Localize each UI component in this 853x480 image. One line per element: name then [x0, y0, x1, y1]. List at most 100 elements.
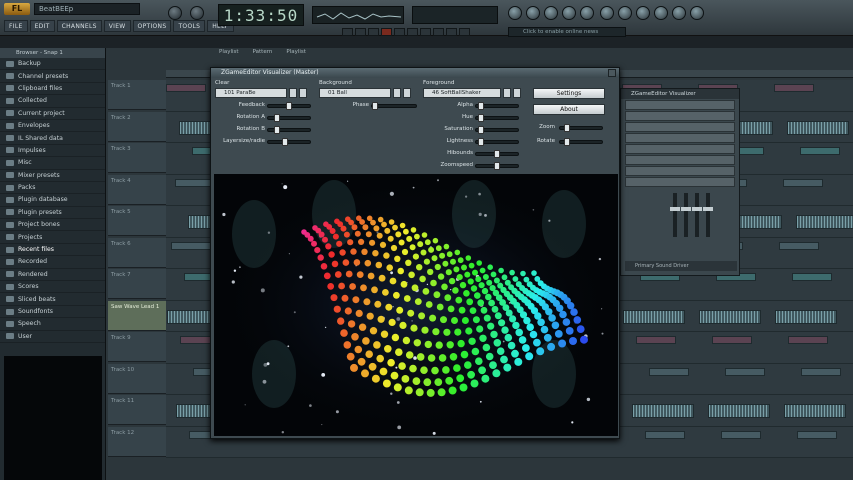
- mixer-slot[interactable]: [625, 111, 735, 121]
- settings-icon[interactable]: [672, 6, 686, 20]
- track-header[interactable]: Track 5: [108, 206, 166, 236]
- pattern-clip[interactable]: [721, 430, 761, 439]
- browser-item[interactable]: Sliced beats: [0, 293, 105, 306]
- playlist-tab[interactable]: Playlist: [216, 49, 242, 58]
- hue-slider[interactable]: [475, 114, 519, 122]
- rotation-a-slider[interactable]: [267, 114, 311, 122]
- browser-item[interactable]: Channel presets: [0, 70, 105, 83]
- clear-next-button[interactable]: [299, 88, 307, 98]
- clear-combo[interactable]: 101 ParaBe: [215, 88, 287, 98]
- menu-view[interactable]: VIEW: [103, 20, 131, 32]
- mixer-slot[interactable]: [625, 155, 735, 165]
- menu-edit[interactable]: EDIT: [29, 20, 55, 32]
- stepseq-shortcut-icon[interactable]: [526, 6, 540, 20]
- hibounds-slider[interactable]: [475, 150, 519, 158]
- pattern-clip[interactable]: [788, 336, 828, 344]
- clear-prev-button[interactable]: [289, 88, 297, 98]
- master-pitch-knob[interactable]: [190, 6, 204, 20]
- online-icon[interactable]: [654, 6, 668, 20]
- lightness-slider[interactable]: [475, 138, 519, 146]
- browser-item[interactable]: Projects: [0, 231, 105, 244]
- browser-item[interactable]: Misc: [0, 157, 105, 170]
- pattern-clip[interactable]: [636, 336, 676, 344]
- background-combo[interactable]: 01 Ball: [319, 88, 391, 98]
- fader-4[interactable]: [703, 193, 713, 237]
- browser-item[interactable]: Project bones: [0, 219, 105, 232]
- track-header[interactable]: Track 4: [108, 174, 166, 205]
- browser-item[interactable]: Recorded: [0, 256, 105, 269]
- project-info-icon[interactable]: [618, 6, 632, 20]
- record-button[interactable]: [381, 28, 392, 36]
- plugin-picker-icon[interactable]: [600, 6, 614, 20]
- browser-item[interactable]: Scores: [0, 281, 105, 294]
- alpha-slider[interactable]: [475, 102, 519, 110]
- browser-item[interactable]: Speech: [0, 318, 105, 331]
- foreground-prev-button[interactable]: [503, 88, 511, 98]
- background-next-button[interactable]: [403, 88, 411, 98]
- browser-item[interactable]: Collected: [0, 95, 105, 108]
- mixer-slot[interactable]: [625, 144, 735, 154]
- browser-item[interactable]: Soundfonts: [0, 306, 105, 319]
- online-news-hint[interactable]: Click to enable online news: [508, 27, 626, 37]
- pattern-clip[interactable]: [775, 309, 837, 324]
- help-icon[interactable]: [690, 6, 704, 20]
- mixer-slot[interactable]: [625, 166, 735, 176]
- track-header[interactable]: Track 7: [108, 269, 166, 299]
- layersize-slider[interactable]: [267, 138, 311, 146]
- metronome-button[interactable]: [407, 28, 418, 36]
- track-header[interactable]: Track 10: [108, 363, 166, 394]
- track-header[interactable]: Track 1: [108, 80, 166, 110]
- browser-item[interactable]: Recent files: [0, 244, 105, 257]
- rotate-slider[interactable]: [559, 138, 603, 146]
- browser-item[interactable]: Packs: [0, 182, 105, 195]
- blend-button[interactable]: [459, 28, 470, 36]
- pattern-clip[interactable]: [783, 178, 823, 187]
- zoom-slider[interactable]: [559, 124, 603, 132]
- pianoroll-shortcut-icon[interactable]: [544, 6, 558, 20]
- pattern-clip[interactable]: [632, 404, 694, 418]
- settings-button[interactable]: Settings: [533, 88, 605, 99]
- pattern-clip[interactable]: [699, 309, 761, 324]
- step-edit-button[interactable]: [446, 28, 457, 36]
- playlist-tab-2[interactable]: Playlist: [283, 49, 309, 58]
- loop-button[interactable]: [420, 28, 431, 36]
- saturation-slider[interactable]: [475, 126, 519, 134]
- pattern-clip[interactable]: [774, 84, 814, 92]
- stop-button[interactable]: [368, 28, 379, 36]
- phase-slider[interactable]: [371, 102, 417, 110]
- snap-button[interactable]: [433, 28, 444, 36]
- pattern-tab[interactable]: Pattern: [250, 49, 276, 58]
- pattern-song-toggle[interactable]: [342, 28, 353, 36]
- menu-tools[interactable]: TOOLS: [173, 20, 206, 32]
- browser-item[interactable]: Mixer presets: [0, 170, 105, 182]
- track-header[interactable]: Track 12: [108, 426, 166, 457]
- time-display[interactable]: 1:33:50: [218, 4, 304, 26]
- mixer-shortcut-icon[interactable]: [580, 6, 594, 20]
- pattern-clip[interactable]: [175, 178, 215, 187]
- browser-item[interactable]: Impulses: [0, 145, 105, 158]
- pattern-clip[interactable]: [645, 430, 685, 439]
- rotation-b-slider[interactable]: [267, 126, 311, 134]
- browser-item[interactable]: IL Shared data: [0, 132, 105, 145]
- pattern-clip[interactable]: [708, 404, 770, 418]
- playlist-shortcut-icon[interactable]: [508, 6, 522, 20]
- zoomspeed-slider[interactable]: [475, 162, 519, 170]
- pattern-clip[interactable]: [623, 309, 685, 324]
- fader-2[interactable]: [681, 193, 691, 237]
- mixer-slot[interactable]: [625, 177, 735, 187]
- track-header[interactable]: Track 2: [108, 111, 166, 142]
- track-header[interactable]: Track 9: [108, 332, 166, 362]
- pattern-clip[interactable]: [792, 273, 832, 281]
- browser-header[interactable]: Browser - Snap 1: [0, 48, 105, 58]
- track-header[interactable]: Track 11: [108, 395, 166, 425]
- track-header[interactable]: Saw Wave Lead 1: [108, 300, 166, 331]
- fader-1[interactable]: [670, 193, 680, 237]
- browser-item[interactable]: Rendered: [0, 269, 105, 282]
- pattern-selector[interactable]: [412, 6, 498, 24]
- foreground-combo[interactable]: 46 SoftBallShaker: [423, 88, 501, 98]
- browser-item[interactable]: Backup: [0, 58, 105, 71]
- pattern-clip[interactable]: [712, 336, 752, 344]
- menu-file[interactable]: FILE: [4, 20, 28, 32]
- background-prev-button[interactable]: [393, 88, 401, 98]
- menu-options[interactable]: OPTIONS: [132, 20, 172, 32]
